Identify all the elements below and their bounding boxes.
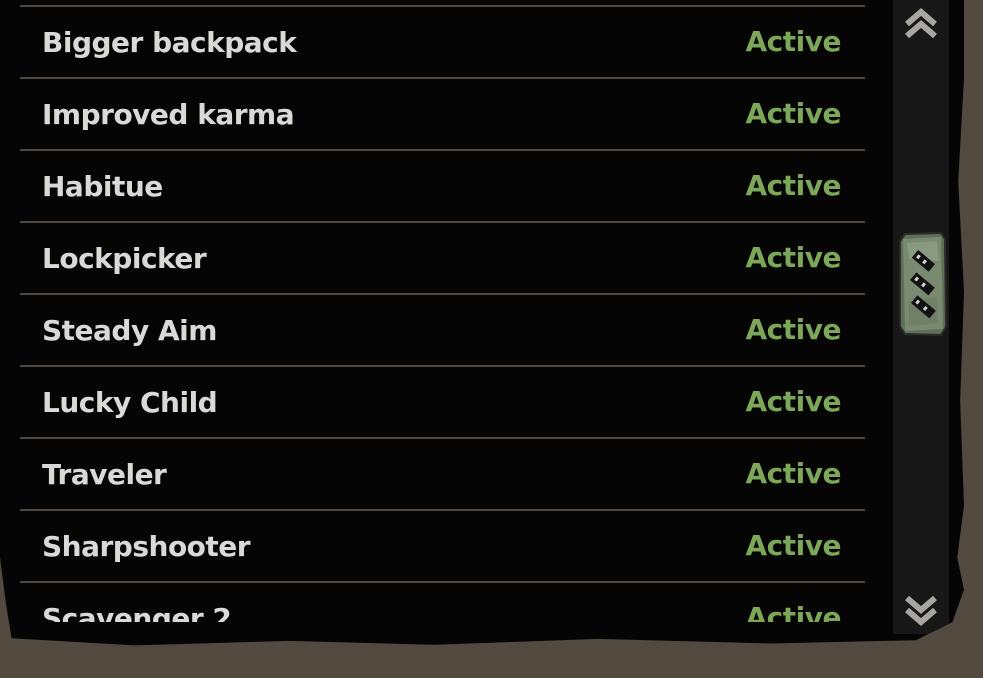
double-chevron-up-icon [905, 8, 937, 39]
perks-panel: Bigger backpack Active Improved karma Ac… [0, 0, 964, 646]
perk-row-lucky-child[interactable]: Lucky Child Active [20, 368, 865, 439]
scroll-up-button[interactable] [893, 0, 949, 46]
perk-name: Improved karma [42, 98, 295, 131]
perk-row-scavenger-2[interactable]: Scavenger 2 Active [20, 584, 865, 623]
perk-row-improved-karma[interactable]: Improved karma Active [20, 80, 865, 151]
perk-status: Active [745, 529, 842, 562]
perk-list[interactable]: Bigger backpack Active Improved karma Ac… [20, 0, 865, 622]
perk-row-bigger-backpack[interactable]: Bigger backpack Active [20, 8, 865, 79]
perk-status: Active [745, 457, 842, 490]
perk-name: Bigger backpack [42, 26, 297, 59]
perk-name: Steady Aim [42, 314, 217, 347]
perk-row-traveler[interactable]: Traveler Active [20, 440, 865, 511]
perk-status: Active [745, 601, 842, 623]
perk-row-lockpicker[interactable]: Lockpicker Active [20, 224, 865, 295]
perk-status: Active [745, 313, 842, 346]
perk-name: Sharpshooter [42, 530, 251, 563]
scroll-thumb[interactable] [897, 231, 948, 337]
perk-status: Active [745, 97, 842, 130]
scrollbar[interactable] [893, 0, 949, 634]
perk-name: Lockpicker [42, 242, 207, 275]
perk-name: Scavenger 2 [42, 602, 232, 623]
perk-row-steady-aim[interactable]: Steady Aim Active [20, 296, 865, 367]
perk-status: Active [745, 169, 842, 202]
perk-status: Active [745, 25, 842, 58]
perk-name: Lucky Child [42, 386, 218, 419]
perk-row-sharpshooter[interactable]: Sharpshooter Active [20, 512, 865, 583]
scroll-down-button[interactable] [893, 588, 949, 634]
perk-status: Active [745, 241, 842, 274]
perk-name: Traveler [42, 458, 167, 491]
perk-row-habitue[interactable]: Habitue Active [20, 152, 865, 223]
taped-scroll-thumb-icon [899, 231, 948, 337]
perk-name: Habitue [42, 170, 163, 203]
perk-status: Active [745, 385, 842, 418]
double-chevron-down-icon [905, 595, 937, 626]
